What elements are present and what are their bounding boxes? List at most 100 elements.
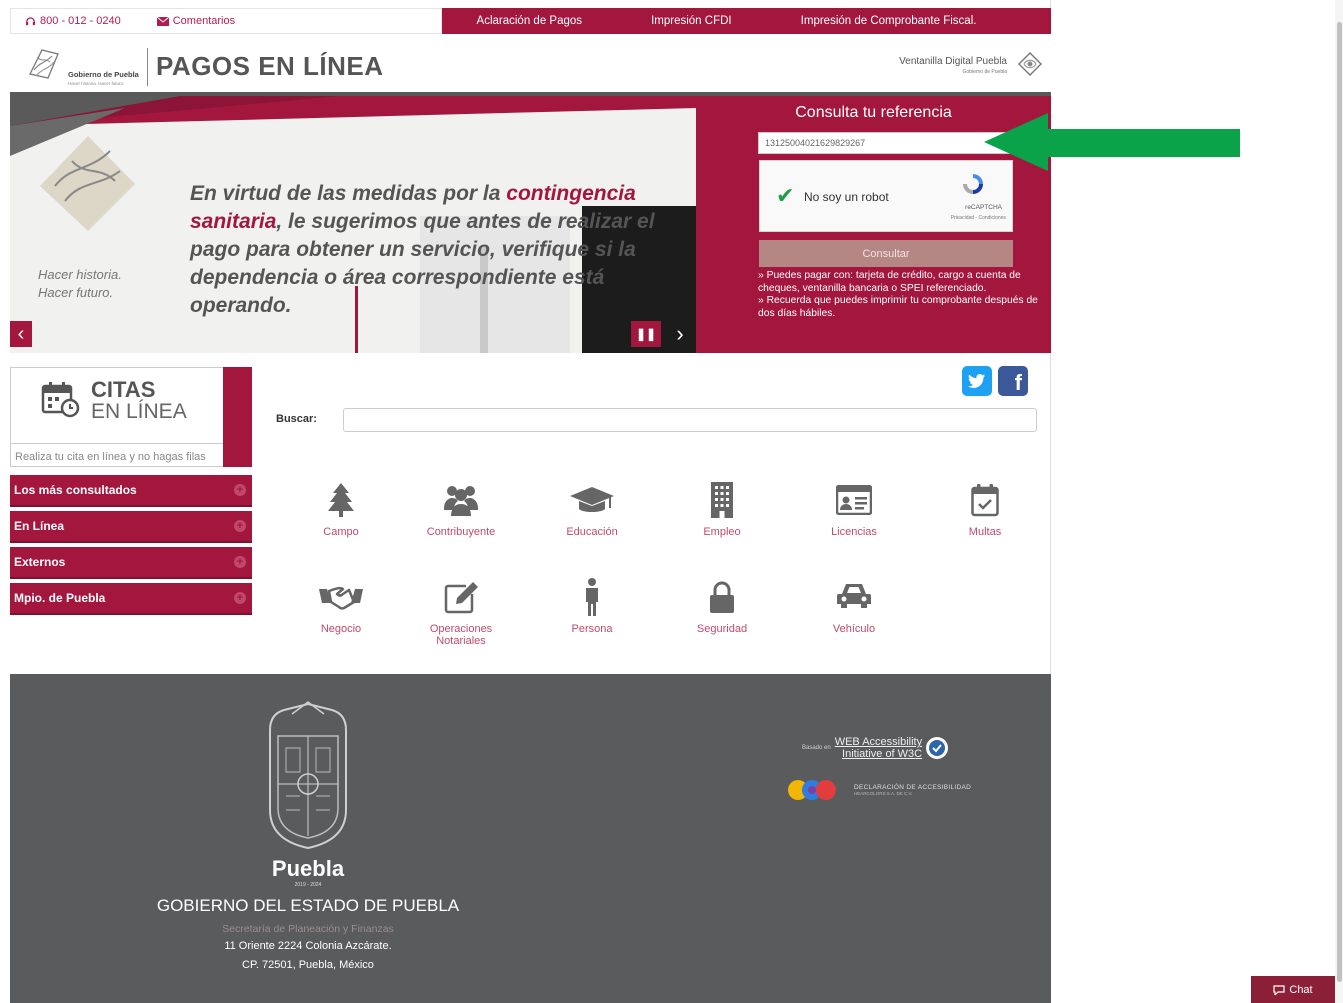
- arrow-left-icon: [984, 113, 1240, 171]
- citas-en-linea-banner[interactable]: CITAS EN LÍNEA Realiza tu cita en línea …: [10, 367, 252, 467]
- carousel-next-button[interactable]: ›: [668, 321, 692, 347]
- recaptcha-logo-icon: [963, 174, 983, 194]
- scrollbar-thumb[interactable]: [1337, 22, 1342, 982]
- nav-impresion-cfdi[interactable]: Impresión CFDI: [651, 15, 732, 27]
- citas-subtitle: Realiza tu cita en línea y no hagas fila…: [11, 443, 224, 468]
- category-label: Negocio: [320, 623, 362, 635]
- sidebar-item-externos[interactable]: Externos +: [10, 547, 252, 579]
- social-links: f: [962, 366, 1028, 396]
- sidebar-item-label: Mpio. de Puebla: [14, 591, 106, 605]
- hero-slogan-line-1: Hacer historia.: [38, 267, 122, 282]
- site-header: Gobierno de Puebla Hacer historia. Hacer…: [10, 34, 1051, 96]
- consultar-button[interactable]: Consultar: [759, 240, 1013, 267]
- tree-icon: [328, 483, 354, 517]
- wai-line-1: WEB Accessibility: [834, 736, 923, 748]
- graduation-cap-icon: [570, 487, 614, 512]
- chat-label: Chat: [1289, 983, 1313, 996]
- facebook-button[interactable]: f: [998, 366, 1028, 396]
- car-icon: [837, 584, 871, 608]
- category-label: Educación: [566, 526, 618, 538]
- footer-secretaria: Secretaría de Planeación y Finanzas: [222, 923, 394, 935]
- carousel-pause-button[interactable]: ❚❚: [631, 321, 661, 347]
- sidebar-item-label: Los más consultados: [14, 483, 137, 497]
- phone-number: 800 - 012 - 0240: [40, 15, 121, 27]
- category-operaciones-notariales[interactable]: Operaciones Notariales: [406, 577, 516, 647]
- plus-icon: +: [234, 592, 246, 604]
- citas-accent: [223, 367, 252, 467]
- recaptcha-label: No soy un robot: [804, 190, 889, 204]
- sidebar-item-mpio-puebla[interactable]: Mpio. de Puebla +: [10, 583, 252, 615]
- calendar-check-icon: [971, 484, 999, 517]
- citas-title-2: EN LÍNEA: [91, 400, 187, 423]
- citas-box: CITAS EN LÍNEA Realiza tu cita en línea …: [10, 367, 224, 468]
- reference-input[interactable]: [758, 132, 1014, 154]
- category-educacion[interactable]: Educación: [537, 480, 647, 538]
- sidebar-item-en-linea[interactable]: En Línea +: [10, 511, 252, 543]
- ventanilla-logo-icon: [1018, 52, 1042, 76]
- wai-line-2: Initiative of W3C: [842, 748, 923, 760]
- search-input[interactable]: [343, 408, 1037, 432]
- category-label: Campo: [323, 526, 359, 538]
- hero-slogan: Hacer historia. Hacer futuro.: [38, 266, 122, 302]
- top-nav: Aclaración de Pagos Impresión CFDI Impre…: [442, 8, 1051, 34]
- checkmark-icon[interactable]: ✔: [776, 183, 794, 209]
- calendar-clock-icon: [41, 382, 80, 418]
- footer-address-1: 11 Oriente 2224 Colonia Azcárate.: [224, 940, 392, 952]
- hero-message: En virtud de las medidas por la continge…: [190, 180, 660, 320]
- category-vehiculo[interactable]: Vehículo: [799, 577, 909, 635]
- logo-text: Gobierno de Puebla: [68, 70, 139, 79]
- sidebar-item-mas-consultados[interactable]: Los más consultados +: [10, 475, 252, 507]
- accessibility-logo-icon: [788, 780, 836, 800]
- headset-icon: [25, 16, 36, 25]
- edit-icon: [444, 582, 478, 614]
- id-card-icon: [836, 485, 872, 515]
- category-label: Operaciones Notariales: [429, 623, 493, 647]
- plus-icon: +: [234, 520, 246, 532]
- nav-aclaracion-pagos[interactable]: Aclaración de Pagos: [477, 15, 582, 27]
- phone-link[interactable]: 800 - 012 - 0240: [25, 15, 121, 27]
- info-payment-methods: » Puedes pagar con: tarjeta de crédito, …: [758, 270, 1021, 294]
- chat-icon: [1273, 984, 1285, 995]
- hero-carousel[interactable]: Hacer historia. Hacer futuro. En virtud …: [10, 96, 696, 353]
- twitter-button[interactable]: [962, 366, 992, 396]
- site-footer: Puebla 2019 - 2024 GOBIERNO DEL ESTADO D…: [10, 674, 1051, 1003]
- carousel-prev-button[interactable]: ‹: [10, 321, 32, 347]
- category-label: Persona: [571, 623, 613, 635]
- sidebar-menu: Los más consultados + En Línea + Externos +…: [10, 475, 252, 619]
- category-label: Contribuyente: [426, 526, 496, 538]
- page-title: PAGOS EN LÍNEA: [156, 51, 384, 81]
- category-empleo[interactable]: Empleo: [667, 480, 777, 538]
- category-seguridad[interactable]: Seguridad: [667, 577, 777, 635]
- nav-impresion-comprobante[interactable]: Impresión de Comprobante Fiscal.: [801, 15, 977, 27]
- accessibility-declaration-link[interactable]: DECLARACIÓN DE ACCESIBILIDAD HEARCOLORS …: [786, 778, 971, 802]
- top-bar-contact: 800 - 012 - 0240 Comentarios: [10, 8, 442, 34]
- plus-icon: +: [234, 556, 246, 568]
- sidebar-item-label: Externos: [14, 555, 66, 569]
- recaptcha-terms-link[interactable]: Privacidad - Condiciones: [951, 215, 1006, 221]
- category-label: Vehículo: [832, 623, 876, 635]
- wai-badge-link[interactable]: Basado en WEB Accessibility Initiative o…: [802, 736, 949, 760]
- consulta-info: » Puedes pagar con: tarjeta de crédito, …: [758, 270, 1038, 320]
- search-label: Buscar:: [276, 413, 317, 425]
- category-negocio[interactable]: Negocio: [286, 577, 396, 635]
- logo-divider: [147, 48, 148, 86]
- category-label: Multas: [968, 526, 1002, 538]
- category-multas[interactable]: Multas: [930, 480, 1040, 538]
- gobierno-logo[interactable]: Gobierno de Puebla Hacer historia. Hacer…: [24, 44, 149, 90]
- handshake-icon: [319, 586, 363, 610]
- chat-button[interactable]: Chat: [1251, 976, 1335, 1003]
- comments-link[interactable]: Comentarios: [156, 15, 236, 27]
- category-campo[interactable]: Campo: [286, 480, 396, 538]
- twitter-icon: [968, 374, 985, 388]
- comments-label: Comentarios: [172, 15, 236, 27]
- hero-slogan-line-2: Hacer futuro.: [38, 285, 114, 300]
- category-contribuyente[interactable]: Contribuyente: [406, 480, 516, 538]
- declaration-sub: HEARCOLORS S.A. DE C.V.: [854, 791, 913, 796]
- envelope-icon: [156, 16, 169, 26]
- ventanilla-digital-label[interactable]: Ventanilla Digital Puebla Gobierno de Pu…: [899, 56, 1007, 75]
- category-licencias[interactable]: Licencias: [799, 480, 909, 538]
- person-icon: [586, 578, 598, 616]
- ventanilla-title: Ventanilla Digital Puebla: [899, 56, 1007, 67]
- recaptcha-widget[interactable]: ✔ No soy un robot reCAPTCHA Privacidad -…: [759, 160, 1013, 232]
- category-persona[interactable]: Persona: [537, 577, 647, 635]
